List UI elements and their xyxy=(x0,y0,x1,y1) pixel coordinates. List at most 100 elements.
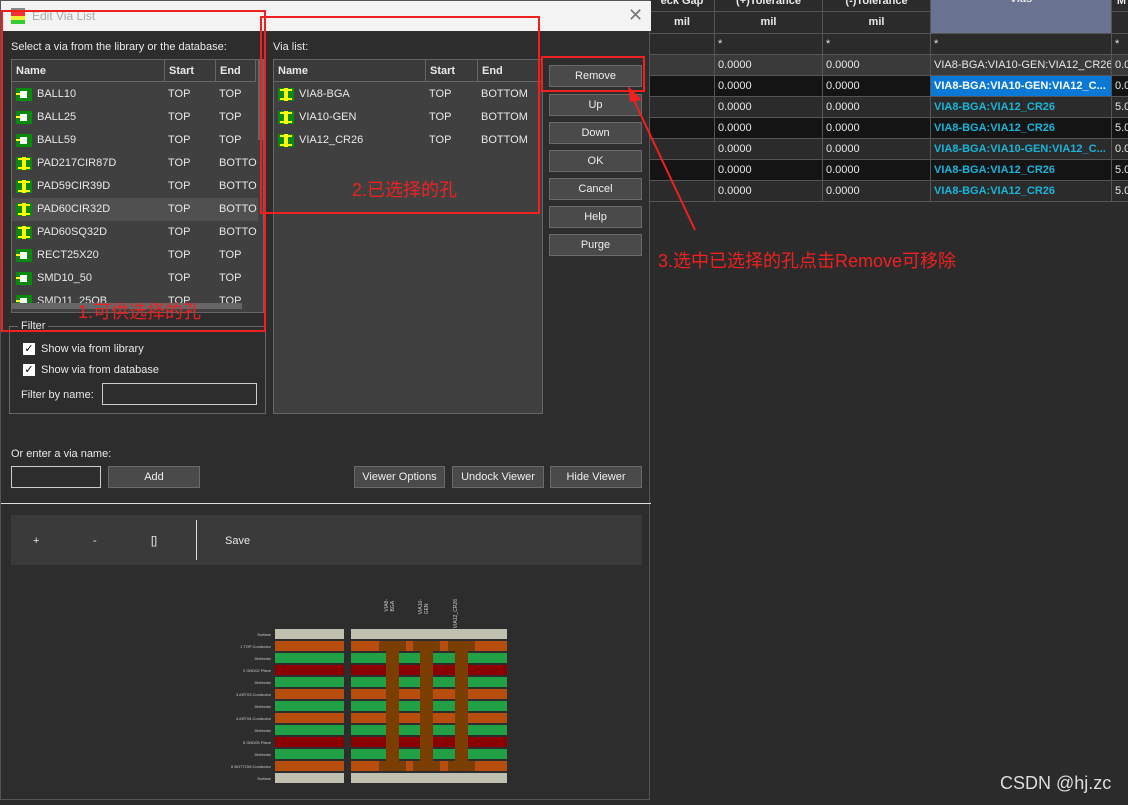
column-header[interactable]: (-)Tolerance xyxy=(823,0,931,12)
layer-bar xyxy=(275,725,344,735)
grid-cell[interactable]: 0.0 xyxy=(1112,55,1128,76)
annotation-2: 2.已选择的孔 xyxy=(352,180,458,200)
layer-bar xyxy=(275,665,344,675)
filter-cell[interactable] xyxy=(650,34,715,55)
add-button[interactable]: Add xyxy=(108,466,200,488)
grid-cell[interactable]: 5.0 xyxy=(1112,160,1128,181)
minus-tolerance-cell[interactable]: 0.0000 xyxy=(823,76,931,97)
layer-label: 3 ART03 Conductor xyxy=(235,692,271,697)
layer-label: Surface xyxy=(257,776,271,781)
layer-bar xyxy=(275,773,344,783)
show-library-label: Show via from library xyxy=(41,343,144,355)
viewer-toolbar: + - [] Save xyxy=(11,515,642,565)
plus-tolerance-cell[interactable]: 0.0000 xyxy=(715,181,823,202)
save-button[interactable]: Save xyxy=(225,535,250,547)
layer-bar xyxy=(275,737,344,747)
close-icon[interactable]: ✕ xyxy=(628,5,643,26)
via-name-input[interactable] xyxy=(11,466,101,488)
undock-viewer-button[interactable]: Undock Viewer xyxy=(452,466,544,488)
annotation-3: 3.选中已选择的孔点击Remove可移除 xyxy=(658,251,957,271)
layer-label: 4 ART04 Conductor xyxy=(235,716,271,721)
annotation-arrow xyxy=(628,86,696,231)
show-database-checkbox[interactable]: ✓ xyxy=(23,364,35,376)
layer-label: Dielectric xyxy=(254,752,271,757)
viewer-options-button[interactable]: Viewer Options xyxy=(354,466,445,488)
layer-bar xyxy=(275,629,344,639)
plus-tolerance-cell[interactable]: 0.0000 xyxy=(715,76,823,97)
grid-cell[interactable]: 0.0 xyxy=(1112,139,1128,160)
column-unit xyxy=(1112,12,1128,34)
hide-viewer-button[interactable]: Hide Viewer xyxy=(550,466,642,488)
filter-by-name-input[interactable] xyxy=(102,383,257,405)
grid-cell[interactable]: 5.0 xyxy=(1112,181,1128,202)
minus-tolerance-cell[interactable]: 0.0000 xyxy=(823,55,931,76)
layer-bar xyxy=(275,761,344,771)
vias-cell[interactable]: VIA8-BGA:VIA12_CR26 xyxy=(931,97,1112,118)
plus-tolerance-cell[interactable]: 0.0000 xyxy=(715,160,823,181)
via-barrel xyxy=(420,641,433,771)
minus-tolerance-cell[interactable]: 0.0000 xyxy=(823,97,931,118)
grid-cell[interactable]: 0.0 xyxy=(1112,76,1128,97)
layer-bar xyxy=(275,713,344,723)
via-pad-top xyxy=(448,641,475,651)
filter-cell[interactable]: * xyxy=(715,34,823,55)
vias-cell[interactable]: VIA8-BGA:VIA10-GEN:VIA12_CR26 xyxy=(931,55,1112,76)
via-column-label: VIA8-BGA xyxy=(384,599,396,612)
annotation-box-1 xyxy=(1,10,266,332)
layer-bar xyxy=(275,689,344,699)
show-library-checkbox[interactable]: ✓ xyxy=(23,343,35,355)
vias-cell[interactable]: VIA8-BGA:VIA10-GEN:VIA12_C... xyxy=(931,76,1112,97)
show-database-label: Show via from database xyxy=(41,364,160,376)
toolbar-divider xyxy=(196,520,197,560)
splitter[interactable] xyxy=(1,503,651,504)
via-column-label: VIA10-GEN xyxy=(418,599,430,615)
filter-group: Filter ✓ Show via from library ✓ Show vi… xyxy=(9,320,266,414)
layer-bar xyxy=(275,749,344,759)
minus-tolerance-cell[interactable]: 0.0000 xyxy=(823,160,931,181)
filter-cell[interactable]: * xyxy=(1112,34,1128,55)
plus-tolerance-cell[interactable]: 0.0000 xyxy=(715,118,823,139)
fit-button[interactable]: [] xyxy=(151,535,157,547)
layer-bar xyxy=(275,653,344,663)
plus-tolerance-cell[interactable]: 0.0000 xyxy=(715,55,823,76)
minus-tolerance-cell[interactable]: 0.0000 xyxy=(823,118,931,139)
layer-bar xyxy=(275,677,344,687)
layer-label: 6 BOTTOM Conductor xyxy=(231,764,271,769)
plus-tolerance-cell[interactable]: 0.0000 xyxy=(715,97,823,118)
layer-label: Surface xyxy=(257,632,271,637)
layer-label: Dielectric xyxy=(254,728,271,733)
zoom-in-button[interactable]: + xyxy=(33,535,39,547)
layer-label: 1 TOP Conductor xyxy=(240,644,271,649)
layer-label: 2 GND02 Plane xyxy=(242,668,271,673)
layer-label: Dielectric xyxy=(254,680,271,685)
vias-cell[interactable]: VIA8-BGA:VIA12_CR26 xyxy=(931,160,1112,181)
minus-tolerance-cell[interactable]: 0.0000 xyxy=(823,181,931,202)
via-column-label: VIA12_CR26 xyxy=(453,599,459,629)
column-unit: mil xyxy=(823,12,931,34)
vias-cell[interactable]: VIA8-BGA:VIA10-GEN:VIA12_C... xyxy=(931,139,1112,160)
plus-tolerance-cell[interactable]: 0.0000 xyxy=(715,139,823,160)
grid-cell[interactable]: 5.0 xyxy=(1112,118,1128,139)
layer-label: Dielectric xyxy=(254,656,271,661)
via-barrel xyxy=(386,641,399,771)
watermark: CSDN @hj.zc xyxy=(1000,773,1112,793)
vias-cell[interactable]: VIA8-BGA:VIA12_CR26 xyxy=(931,118,1112,139)
grid-cell[interactable] xyxy=(650,55,715,76)
filter-cell[interactable]: * xyxy=(823,34,931,55)
column-header[interactable]: M xyxy=(1112,0,1128,12)
column-header[interactable]: eck Gap xyxy=(650,0,715,12)
filter-cell[interactable]: * xyxy=(931,34,1112,55)
via-pad-top xyxy=(413,641,440,651)
vias-cell[interactable]: VIA8-BGA:VIA12_CR26 xyxy=(931,181,1112,202)
grid-cell[interactable]: 5.0 xyxy=(1112,97,1128,118)
via-barrel xyxy=(455,641,468,771)
layer-bar xyxy=(351,629,507,639)
zoom-out-button[interactable]: - xyxy=(93,535,97,547)
column-header[interactable]: (+)Tolerance xyxy=(715,0,823,12)
layer-label: Dielectric xyxy=(254,704,271,709)
minus-tolerance-cell[interactable]: 0.0000 xyxy=(823,139,931,160)
layer-bar xyxy=(351,773,507,783)
enter-via-label: Or enter a via name: xyxy=(11,448,112,460)
layer-bar xyxy=(275,701,344,711)
layer-label: 5 GND05 Plane xyxy=(242,740,271,745)
